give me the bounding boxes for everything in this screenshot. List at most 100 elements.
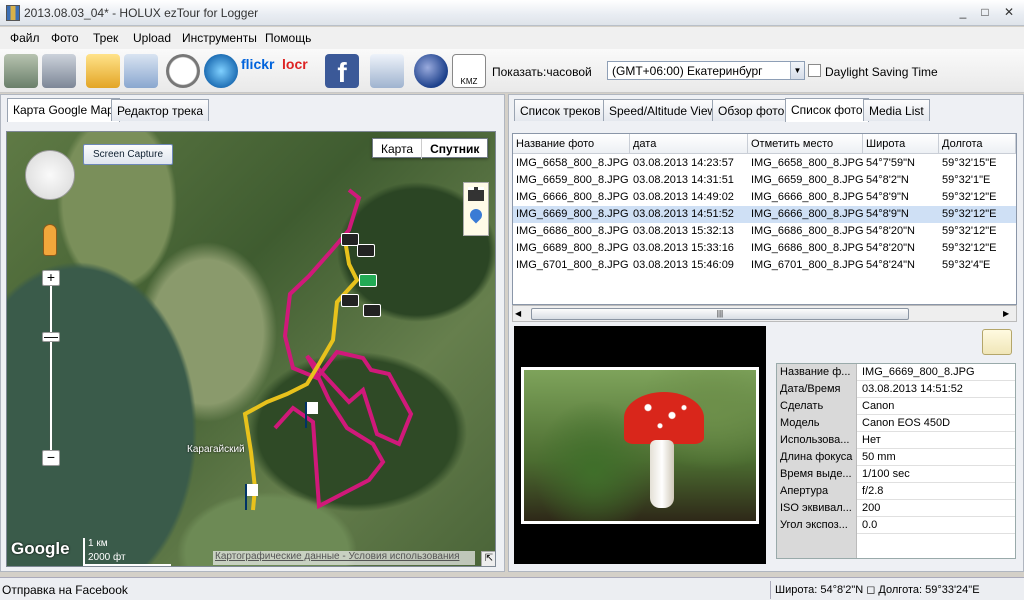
menu-track[interactable]: Трек <box>93 31 118 45</box>
horizontal-scrollbar[interactable]: ◀ ||| ▶ <box>512 305 1017 322</box>
photos-icon[interactable] <box>124 54 158 88</box>
property-value: Canon <box>862 400 895 412</box>
menu-photo[interactable]: Фото <box>51 31 79 45</box>
map-view[interactable]: Карагайский + — − Screen Capture Карта Сп… <box>6 131 496 567</box>
menu-help[interactable]: Помощь <box>265 31 311 45</box>
cell-lat: 54°8'9"N <box>866 191 909 203</box>
cell-lat: 54°8'20"N <box>866 225 915 237</box>
export-icon[interactable] <box>370 54 404 88</box>
menu-tools[interactable]: Инструменты <box>182 31 257 45</box>
location-pin-icon[interactable] <box>467 206 485 224</box>
dst-checkbox[interactable] <box>808 64 821 77</box>
clock-icon[interactable] <box>166 54 200 88</box>
open-folder-icon[interactable] <box>86 54 120 88</box>
camera-selected-icon[interactable] <box>359 274 377 287</box>
tab-speed-altitude[interactable]: Speed/Altitude View <box>603 99 723 121</box>
property-key: Угол экспоз... <box>777 517 857 534</box>
screen-capture-button[interactable]: Screen Capture <box>83 144 173 165</box>
menu-file[interactable]: Файл <box>10 31 40 45</box>
expand-corner-icon[interactable]: ⇱ <box>481 551 495 566</box>
flickr-icon[interactable]: flickr <box>241 54 275 88</box>
tab-media-list[interactable]: Media List <box>863 99 930 121</box>
scroll-thumb[interactable]: ||| <box>531 308 909 320</box>
col-longitude[interactable]: Долгота <box>939 134 1016 154</box>
map-type-map[interactable]: Карта <box>373 139 421 159</box>
scroll-left-icon[interactable]: ◀ <box>515 309 521 318</box>
cell-date: 03.08.2013 15:46:09 <box>633 259 734 271</box>
globe-upload-icon[interactable] <box>204 54 238 88</box>
facebook-icon[interactable]: f <box>325 54 359 88</box>
camera-icon[interactable] <box>363 304 381 317</box>
photo-preview[interactable] <box>521 367 759 524</box>
table-row[interactable]: IMG_6686_800_8.JPG 03.08.2013 15:32:13 I… <box>513 223 1016 240</box>
tab-photo-list[interactable]: Список фото <box>785 98 869 122</box>
zoom-slider-track[interactable] <box>50 282 52 462</box>
clapperboard-icon[interactable] <box>468 187 484 201</box>
table-row-selected[interactable]: IMG_6669_800_8.JPG 03.08.2013 14:51:52 I… <box>513 206 1016 223</box>
property-key: ISO эквивал... <box>777 500 857 517</box>
status-bar: Отправка на Facebook Широта: 54°8'2"N ◻ … <box>0 577 1024 600</box>
zoom-in-button[interactable]: + <box>42 270 60 286</box>
timezone-select[interactable]: (GMT+06:00) Екатеринбург <box>607 61 805 80</box>
cell-lat: 54°8'20"N <box>866 242 915 254</box>
tab-photo-overview[interactable]: Обзор фото <box>712 99 791 121</box>
property-key: Сделать <box>777 398 857 415</box>
table-row[interactable]: IMG_6658_800_8.JPG 03.08.2013 14:23:57 I… <box>513 155 1016 172</box>
flag-icon[interactable] <box>305 402 323 428</box>
table-row[interactable]: IMG_6666_800_8.JPG 03.08.2013 14:49:02 I… <box>513 189 1016 206</box>
scale-bar: 1 км 2000 фт <box>83 538 171 566</box>
table-row[interactable]: IMG_6659_800_8.JPG 03.08.2013 14:31:51 I… <box>513 172 1016 189</box>
table-row[interactable]: IMG_6701_800_8.JPG 03.08.2013 15:46:09 I… <box>513 257 1016 274</box>
chevron-down-icon[interactable]: ▼ <box>790 62 804 79</box>
cell-name: IMG_6701_800_8.JPG <box>516 259 629 271</box>
table-row[interactable]: IMG_6689_800_8.JPG 03.08.2013 15:33:16 I… <box>513 240 1016 257</box>
property-key: Использова... <box>777 432 857 449</box>
cell-date: 03.08.2013 14:23:57 <box>633 157 734 169</box>
google-earth-icon[interactable] <box>414 54 448 88</box>
timezone-label: Показать:часовой <box>492 65 592 79</box>
col-place[interactable]: Отметить место <box>748 134 863 154</box>
col-date[interactable]: дата <box>630 134 748 154</box>
dst-label: Daylight Saving Time <box>825 65 938 79</box>
title-bar: 2013.08.03_04* - HOLUX ezTour for Logger… <box>0 0 1024 26</box>
cell-place: IMG_6659_800_8.JPG <box>751 174 863 186</box>
zoom-out-button[interactable]: − <box>42 450 60 466</box>
cell-place: IMG_6666_800_8.JPG <box>751 191 863 203</box>
map-type-control: Карта Спутник <box>372 138 489 159</box>
property-row: Апертура f/2.8 <box>777 483 1015 500</box>
property-value: 03.08.2013 14:51:52 <box>862 383 963 395</box>
pan-control[interactable] <box>25 150 75 200</box>
cell-lon: 59°32'12"E <box>942 225 997 237</box>
mushroom-photo <box>524 370 756 521</box>
col-latitude[interactable]: Широта <box>863 134 939 154</box>
kmz-icon[interactable]: KMZ <box>452 54 486 88</box>
cell-place: IMG_6658_800_8.JPG <box>751 157 863 169</box>
minimize-button[interactable]: _ <box>952 4 974 20</box>
camera-icon[interactable] <box>357 244 375 257</box>
recycle-bin-icon[interactable] <box>982 329 1012 355</box>
tab-google-map[interactable]: Карта Google Map <box>7 98 120 122</box>
map-type-satellite[interactable]: Спутник <box>421 139 487 159</box>
cell-lat: 54°7'59"N <box>866 157 915 169</box>
property-value: Нет <box>862 434 881 446</box>
tab-track-editor[interactable]: Редактор трека <box>111 99 210 121</box>
pegman-icon[interactable] <box>43 224 57 256</box>
tab-track-list[interactable]: Список треков <box>514 99 607 121</box>
locr-icon[interactable]: locr <box>282 54 316 88</box>
property-value: 0.0 <box>862 519 878 531</box>
device-import-icon[interactable] <box>4 54 38 88</box>
flag-start-icon[interactable] <box>245 484 263 510</box>
camera-icon[interactable] <box>341 294 359 307</box>
cell-lon: 59°32'1"E <box>942 174 991 186</box>
joystick-icon[interactable] <box>42 54 76 88</box>
property-value: 1/100 sec <box>862 468 910 480</box>
zoom-slider-handle[interactable]: — <box>42 329 60 343</box>
col-photo-name[interactable]: Название фото <box>513 134 630 154</box>
maximize-button[interactable]: □ <box>974 4 996 20</box>
close-button[interactable]: ✕ <box>998 4 1020 20</box>
window-title: 2013.08.03_04* - HOLUX ezTour for Logger <box>24 6 259 20</box>
scroll-right-icon[interactable]: ▶ <box>1003 309 1009 318</box>
menu-upload[interactable]: Upload <box>133 31 171 45</box>
map-side-buttons <box>463 182 489 236</box>
map-attribution[interactable]: Картографические данные - Условия исполь… <box>213 551 475 565</box>
